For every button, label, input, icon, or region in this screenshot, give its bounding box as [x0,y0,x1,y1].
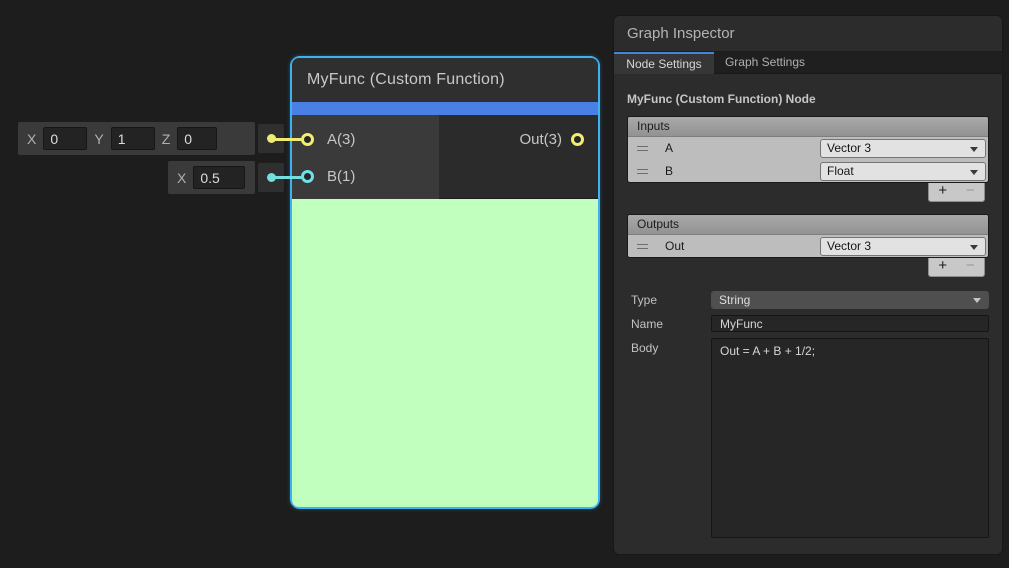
remove-output-button[interactable]: − [957,258,985,276]
output-out-type-dropdown[interactable]: Vector 3 [820,237,986,256]
outputs-list-header: Outputs [628,215,988,235]
output-row-name: Out [665,239,684,253]
drag-handle-icon[interactable] [637,169,648,174]
chevron-down-icon [970,245,978,250]
edge-float-to-b [270,176,304,179]
vector3-z-field[interactable] [177,127,217,150]
node-preview [292,199,598,507]
type-dropdown[interactable]: String [711,291,989,309]
type-label: Type [631,293,657,307]
add-output-button[interactable]: + [929,258,957,276]
input-b-type-dropdown[interactable]: Float [820,162,986,181]
inputs-list: Inputs A Vector 3 B Float [627,116,989,183]
vector3-z-group: Z [162,127,218,150]
edge-vector3-to-a [270,138,304,141]
body-field[interactable]: Out = A + B + 1/2; [711,338,989,538]
input-row-name: B [665,164,673,178]
list-item[interactable]: Out Vector 3 [628,235,988,258]
vector3-input-widget: X Y Z [18,122,255,155]
type-value: String [719,293,750,307]
port-a-label: A(3) [327,131,355,149]
node-accent-bar [292,102,598,115]
name-label: Name [631,317,663,331]
vector3-x-group: X [27,127,87,150]
outputs-list: Outputs Out Vector 3 [627,214,989,258]
drag-handle-icon[interactable] [637,244,648,249]
input-a-type-value: Vector 3 [827,141,871,155]
chevron-down-icon [970,147,978,152]
tab-node-settings[interactable]: Node Settings [614,52,714,74]
input-row-name: A [665,141,673,155]
custom-function-node[interactable]: MyFunc (Custom Function) A(3) B(1) Out(3… [290,56,600,509]
list-item[interactable]: A Vector 3 [628,137,988,160]
output-out-type-value: Vector 3 [827,239,871,253]
list-item[interactable]: B Float [628,160,988,183]
node-title-bar[interactable]: MyFunc (Custom Function) [292,58,598,102]
graph-inspector-panel: Graph Inspector Node Settings Graph Sett… [613,15,1003,555]
inputs-list-footer: + − [928,183,985,202]
chevron-down-icon [973,298,981,303]
port-out-connector[interactable] [571,133,584,146]
inspector-title: Graph Inspector [627,25,735,42]
port-out-label: Out(3) [519,131,562,149]
tab-node-settings-label: Node Settings [626,57,701,71]
remove-input-button[interactable]: − [957,183,985,201]
vector3-z-label: Z [162,131,171,147]
name-field[interactable] [711,315,989,332]
inspector-header[interactable]: Graph Inspector [614,16,1002,52]
node-input-port-panel [292,115,439,199]
float-x-label: X [177,170,186,186]
float-x-group: X [177,166,245,189]
tab-graph-settings-label: Graph Settings [725,55,805,69]
vector3-x-field[interactable] [43,127,87,150]
node-settings-heading: MyFunc (Custom Function) Node [627,92,816,106]
node-port-area [292,115,598,199]
tab-graph-settings[interactable]: Graph Settings [714,52,816,74]
inputs-list-header: Inputs [628,117,988,137]
vector3-y-label: Y [94,131,103,147]
port-b-label: B(1) [327,168,355,186]
body-label: Body [631,341,658,355]
vector3-y-field[interactable] [111,127,155,150]
vector3-x-label: X [27,131,36,147]
node-title: MyFunc (Custom Function) [307,71,505,88]
drag-handle-icon[interactable] [637,146,648,151]
input-a-type-dropdown[interactable]: Vector 3 [820,139,986,158]
outputs-list-footer: + − [928,258,985,277]
inspector-tab-bar: Node Settings Graph Settings [614,52,1002,74]
chevron-down-icon [970,170,978,175]
add-input-button[interactable]: + [929,183,957,201]
shader-graph-editor: X Y Z X MyFunc (Custom Function) [0,0,1009,568]
input-b-type-value: Float [827,164,854,178]
float-x-field[interactable] [193,166,245,189]
vector3-y-group: Y [94,127,154,150]
float-input-widget: X [168,161,255,194]
